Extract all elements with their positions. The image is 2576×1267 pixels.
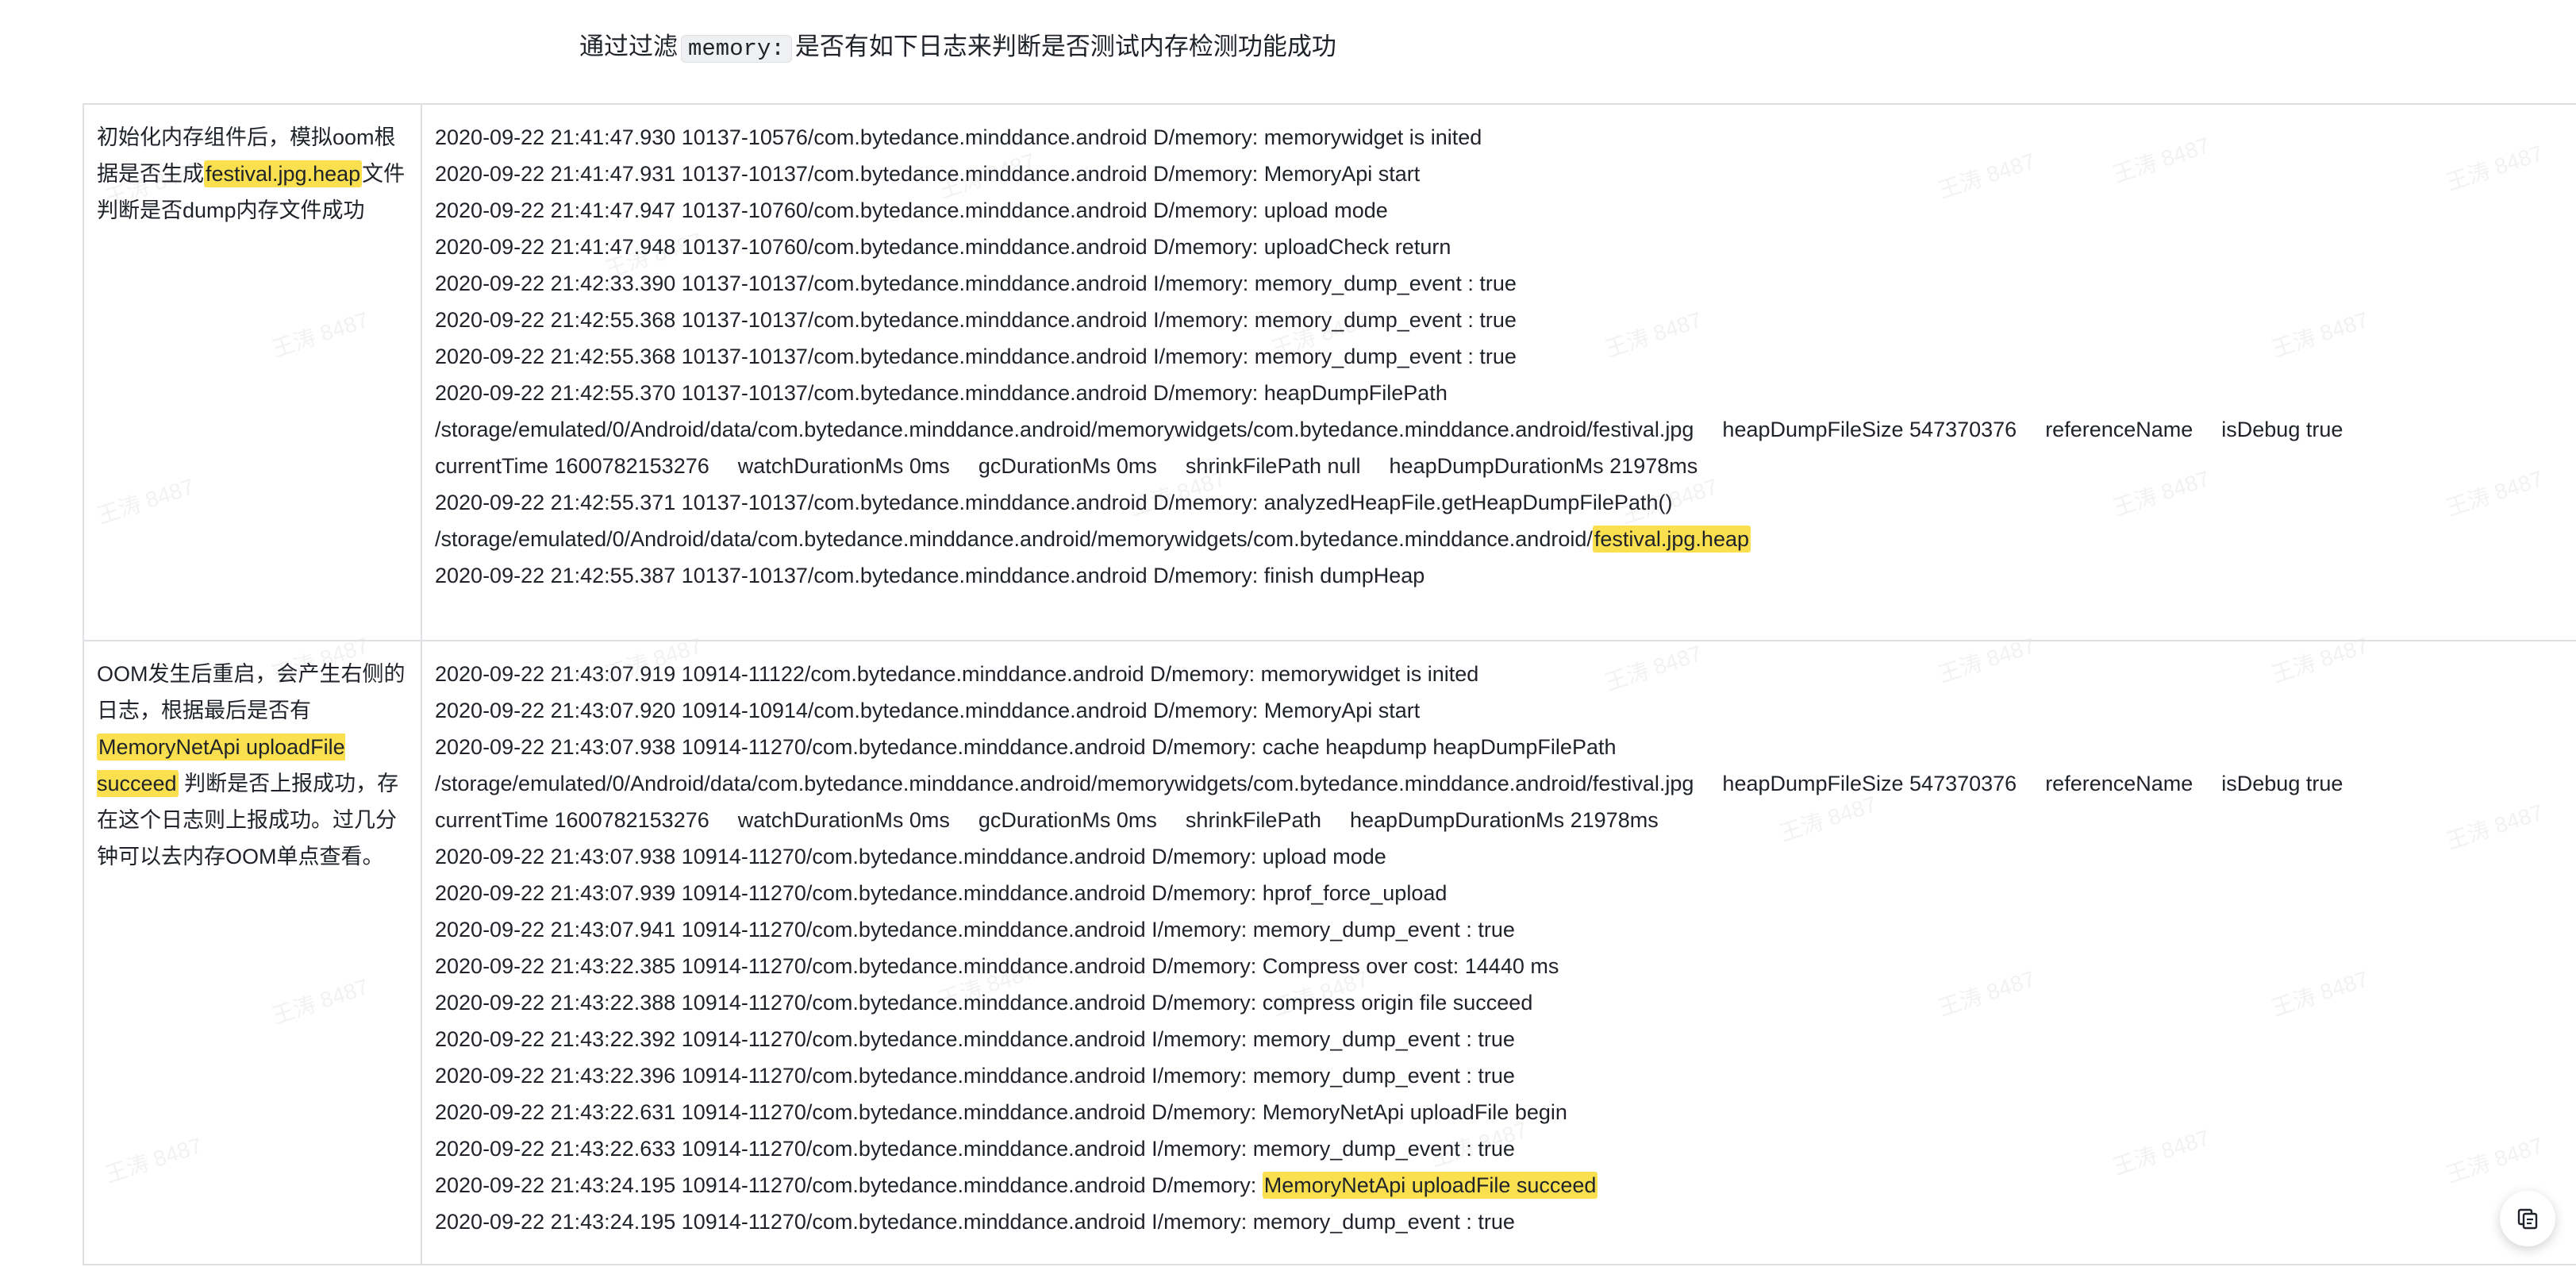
log-line: 2020-09-22 21:43:07.938 10914-11270/com.… <box>435 735 1617 759</box>
log-line: 2020-09-22 21:41:47.948 10137-10760/com.… <box>435 235 1451 259</box>
log-line: 2020-09-22 21:41:47.931 10137-10137/com.… <box>435 162 1421 186</box>
log-line: 2020-09-22 21:41:47.930 10137-10576/com.… <box>435 125 1482 149</box>
intro-prefix: 通过过滤 <box>579 33 678 60</box>
shrink-file-path: shrinkFilePath <box>1185 808 1321 832</box>
log-line: 2020-09-22 21:43:22.631 10914-11270/com.… <box>435 1100 1567 1124</box>
inline-code: memory: <box>681 35 792 63</box>
log-line: 2020-09-22 21:42:55.387 10137-10137/com.… <box>435 564 1425 587</box>
log-table: 初始化内存组件后，模拟oom根据是否生成festival.jpg.heap文件判… <box>83 103 2576 1265</box>
log-line: 2020-09-22 21:43:24.195 10914-11270/com.… <box>435 1167 2576 1203</box>
log-line: 2020-09-22 21:43:24.195 10914-11270/com.… <box>435 1210 1515 1234</box>
log-line: 2020-09-22 21:42:55.370 10137-10137/com.… <box>435 381 1448 405</box>
log-line: 2020-09-22 21:42:33.390 10137-10137/com.… <box>435 272 1517 295</box>
copy-link-icon <box>2517 1208 2538 1230</box>
log-line: 2020-09-22 21:43:22.385 10914-11270/com.… <box>435 954 1559 978</box>
log-line: 2020-09-22 21:43:22.392 10914-11270/com.… <box>435 1027 1515 1051</box>
is-debug: isDebug true <box>2221 772 2343 795</box>
current-time: currentTime 1600782153276 <box>435 808 709 832</box>
heap-dump-path: /storage/emulated/0/Android/data/com.byt… <box>435 772 1694 795</box>
heap-dump-size: heapDumpFileSize 547370376 <box>1722 772 2017 795</box>
highlighted-text: MemoryNetApi uploadFile succeed <box>1262 1172 1598 1199</box>
gc-duration: gcDurationMs 0ms <box>978 808 1157 832</box>
log-line: 2020-09-22 21:43:22.388 10914-11270/com.… <box>435 991 1533 1015</box>
highlighted-text: festival.jpg.heap <box>1592 526 1751 553</box>
log-cell: 2020-09-22 21:43:07.919 10914-11122/com.… <box>421 640 2576 1265</box>
log-line: 2020-09-22 21:43:22.396 10914-11270/com.… <box>435 1064 1515 1088</box>
log-line: 2020-09-22 21:42:55.368 10137-10137/com.… <box>435 345 1517 368</box>
log-cell: 2020-09-22 21:41:47.930 10137-10576/com.… <box>421 103 2576 641</box>
log-line: /storage/emulated/0/Android/data/com.byt… <box>435 521 2576 557</box>
succeed-prefix: 2020-09-22 21:43:24.195 10914-11270/com.… <box>435 1173 1263 1197</box>
log-line: 2020-09-22 21:43:07.919 10914-11122/com.… <box>435 662 1479 686</box>
log-line: 2020-09-22 21:43:07.941 10914-11270/com.… <box>435 918 1515 942</box>
log-line: 2020-09-22 21:42:55.371 10137-10137/com.… <box>435 491 1673 514</box>
reference-name: referenceName <box>2045 772 2193 795</box>
description-text: OOM发生后重启，会产生右侧的日志，根据最后是否有 <box>97 662 406 722</box>
intro-suffix: 是否有如下日志来判断是否测试内存检测功能成功 <box>794 33 1336 60</box>
current-time: currentTime 1600782153276 <box>435 454 709 478</box>
watch-duration: watchDurationMs 0ms <box>737 808 950 832</box>
log-line: currentTime 1600782153276 watchDurationMs… <box>435 802 2576 838</box>
log-line: 2020-09-22 21:43:07.938 10914-11270/com.… <box>435 845 1386 868</box>
heap-dump-path: /storage/emulated/0/Android/data/com.byt… <box>435 418 1694 441</box>
log-line: 2020-09-22 21:41:47.947 10137-10760/com.… <box>435 198 1388 222</box>
is-debug: isDebug true <box>2221 418 2343 441</box>
gc-duration: gcDurationMs 0ms <box>978 454 1157 478</box>
log-line: 2020-09-22 21:43:07.920 10914-10914/com.… <box>435 699 1421 722</box>
heap-dump-size: heapDumpFileSize 547370376 <box>1722 418 2017 441</box>
log-line: /storage/emulated/0/Android/data/com.byt… <box>435 411 2576 448</box>
log-line: /storage/emulated/0/Android/data/com.byt… <box>435 765 2576 802</box>
description-cell: OOM发生后重启，会产生右侧的日志，根据最后是否有MemoryNetApi up… <box>83 640 422 1265</box>
table-row: 初始化内存组件后，模拟oom根据是否生成festival.jpg.heap文件判… <box>83 103 2576 641</box>
log-line: 2020-09-22 21:42:55.368 10137-10137/com.… <box>435 308 1517 332</box>
copy-link-button[interactable] <box>2500 1191 2555 1246</box>
log-line: 2020-09-22 21:43:22.633 10914-11270/com.… <box>435 1137 1515 1161</box>
log-line: 2020-09-22 21:43:07.939 10914-11270/com.… <box>435 881 1448 905</box>
table-row: OOM发生后重启，会产生右侧的日志，根据最后是否有 MemoryNetApi up… <box>83 640 2576 1265</box>
heap-dump-duration: heapDumpDurationMs 21978ms <box>1350 808 1659 832</box>
reference-name: referenceName <box>2045 418 2193 441</box>
log-line: currentTime 1600782153276 watchDurationMs… <box>435 448 2576 484</box>
shrink-file-path: shrinkFilePath null <box>1185 454 1361 478</box>
highlighted-text: festival.jpg.heap <box>204 160 363 187</box>
analyzed-path: /storage/emulated/0/Android/data/com.byt… <box>435 527 1593 551</box>
watch-duration: watchDurationMs 0ms <box>737 454 950 478</box>
description-cell: 初始化内存组件后，模拟oom根据是否生成festival.jpg.heap文件判… <box>83 103 422 641</box>
heap-dump-duration: heapDumpDurationMs 21978ms <box>1389 454 1698 478</box>
intro-paragraph: 通过过滤 memory: 是否有如下日志来判断是否测试内存检测功能成功 <box>579 29 1336 67</box>
